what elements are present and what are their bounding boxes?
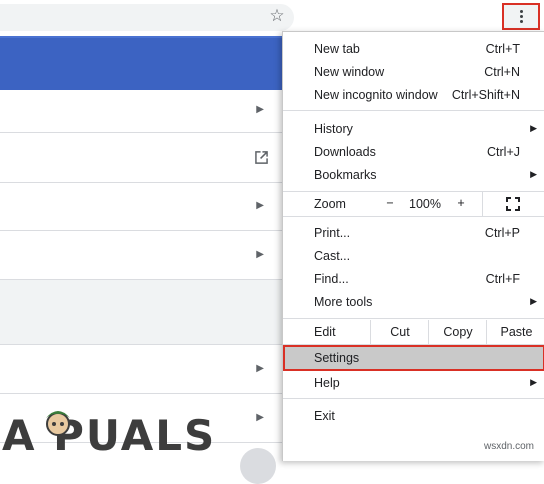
menu-item-label: More tools xyxy=(314,294,373,309)
submenu-arrow-icon: ▶ xyxy=(530,296,537,306)
edit-controls: Edit Cut Copy Paste xyxy=(283,320,544,344)
menu-item-label: New tab xyxy=(314,41,360,56)
chevron-right-icon: ▶ xyxy=(256,249,264,260)
menu-item-history[interactable]: History ▶ xyxy=(283,117,544,140)
menu-item-find[interactable]: Find... Ctrl+F xyxy=(283,267,544,290)
menu-item-shortcut: Ctrl+T xyxy=(485,41,520,56)
chrome-menu: New tab Ctrl+T New window Ctrl+N New inc… xyxy=(282,31,544,461)
section-divider xyxy=(0,280,290,345)
menu-item-label: New window xyxy=(314,64,385,79)
submenu-arrow-icon: ▶ xyxy=(530,123,537,133)
submenu-arrow-icon: ▶ xyxy=(530,169,537,179)
menu-item-exit[interactable]: Exit xyxy=(283,404,544,427)
chevron-right-icon: ▶ xyxy=(256,200,264,211)
zoom-divider xyxy=(482,192,483,216)
menu-item-cast[interactable]: Cast... xyxy=(283,244,544,267)
menu-item-shortcut: Ctrl+N xyxy=(484,64,520,79)
settings-row[interactable]: ▶ xyxy=(0,231,290,280)
menu-item-new-incognito-window[interactable]: New incognito window Ctrl+Shift+N xyxy=(283,83,544,106)
menu-item-bookmarks[interactable]: Bookmarks ▶ xyxy=(283,163,544,186)
fullscreen-icon[interactable] xyxy=(506,197,520,211)
settings-row[interactable]: ▶ xyxy=(0,345,290,394)
menu-item-downloads[interactable]: Downloads Ctrl+J xyxy=(283,140,544,163)
kebab-icon xyxy=(519,10,523,23)
menu-item-print[interactable]: Print... Ctrl+P xyxy=(283,221,544,244)
menu-item-shortcut: Ctrl+P xyxy=(484,225,520,240)
menu-item-label: Bookmarks xyxy=(314,167,377,182)
zoom-label: Zoom xyxy=(314,197,346,211)
menu-separator xyxy=(283,110,544,111)
menu-item-label: Print... xyxy=(314,225,351,240)
avatar[interactable] xyxy=(240,448,276,484)
menu-item-label: Help xyxy=(314,375,340,390)
menu-item-settings[interactable]: Settings xyxy=(283,345,544,371)
site-watermark: wsxdn.com xyxy=(484,441,535,452)
settings-row[interactable]: ▶ xyxy=(0,183,290,231)
settings-row[interactable] xyxy=(0,133,290,183)
menu-separator xyxy=(283,398,544,399)
zoom-in-button[interactable]: + xyxy=(455,196,467,210)
menu-item-new-tab[interactable]: New tab Ctrl+T xyxy=(283,37,544,60)
menu-separator xyxy=(283,318,544,319)
zoom-out-button[interactable]: − xyxy=(383,196,397,210)
menu-item-help[interactable]: Help ▶ xyxy=(283,371,544,394)
zoom-level: 100% xyxy=(409,197,441,211)
header-band xyxy=(0,38,300,90)
chevron-right-icon: ▶ xyxy=(256,104,264,115)
open-in-new-icon xyxy=(255,151,268,164)
menu-item-shortcut: Ctrl+F xyxy=(485,271,520,286)
menu-item-more-tools[interactable]: More tools ▶ xyxy=(283,290,544,313)
cut-button[interactable]: Cut xyxy=(370,320,429,344)
menu-item-label: Cast... xyxy=(314,248,351,263)
chevron-right-icon: ▶ xyxy=(256,412,264,423)
zoom-controls: Zoom − 100% + xyxy=(283,192,544,216)
star-icon[interactable]: ☆ xyxy=(268,7,286,25)
copy-button[interactable]: Copy xyxy=(428,320,487,344)
settings-row[interactable]: ▶ xyxy=(0,90,290,133)
menu-item-new-window[interactable]: New window Ctrl+N xyxy=(283,60,544,83)
menu-item-shortcut: Ctrl+Shift+N xyxy=(451,87,520,102)
paste-button[interactable]: Paste xyxy=(486,320,544,344)
menu-item-label: Downloads xyxy=(314,144,376,159)
menu-item-label: History xyxy=(314,121,353,136)
menu-item-shortcut: Ctrl+J xyxy=(487,144,520,159)
menu-item-label: Exit xyxy=(314,408,335,423)
chevron-right-icon: ▶ xyxy=(256,363,264,374)
edit-label: Edit xyxy=(314,325,336,339)
menu-item-label: New incognito window xyxy=(314,87,438,102)
submenu-arrow-icon: ▶ xyxy=(530,377,537,387)
logo-mascot-icon xyxy=(46,411,70,436)
menu-item-label: Find... xyxy=(314,271,349,286)
address-bar[interactable] xyxy=(0,4,294,31)
customize-menu-button[interactable] xyxy=(502,3,540,30)
menu-separator xyxy=(283,216,544,217)
menu-item-label: Settings xyxy=(314,351,360,365)
